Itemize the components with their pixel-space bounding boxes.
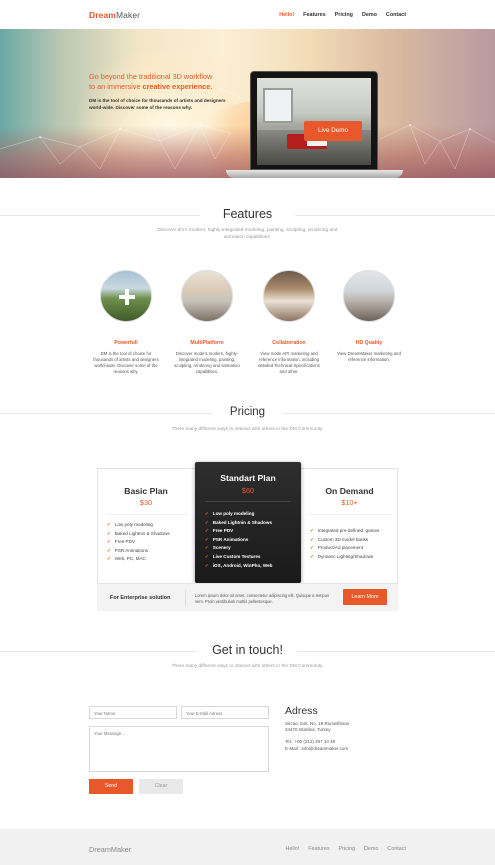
hero-polygon-mesh: [0, 88, 495, 170]
hero-description: DM is the tool of choice for thousands o…: [89, 98, 226, 110]
feature-card-powerfull: Powerfull DM is the tool of choice for t…: [91, 270, 161, 375]
footer-menu: Hello! Features Pricing Demo Contact: [285, 846, 406, 852]
list-item: Web, PC, MAC: [107, 555, 170, 564]
list-item: Product/Ad placement: [310, 544, 379, 553]
pricing-subtitle: There many different ways to interact wi…: [171, 427, 324, 432]
features-subtitle-line2: animation capabilities.: [223, 234, 272, 240]
plan-standart-features: Low poly modeling Baked Lightnin & Shado…: [205, 510, 273, 571]
feature-image-interior: [343, 270, 395, 322]
feature-title: HD Quality: [355, 340, 383, 346]
feature-title: MultiPlatform: [190, 340, 224, 346]
nav-item-pricing[interactable]: Pricing: [335, 12, 353, 18]
enterprise-text: Lorem ipsum dolor sit amet, consectetur …: [195, 593, 330, 604]
pricing-title: Pricing: [229, 406, 266, 418]
plan-standart-card[interactable]: Standart Plan $60 Low poly modeling Bake…: [195, 462, 301, 583]
list-item: Free PDV: [107, 538, 170, 547]
feature-card-hd-quality: HD Quality View DreamMaker marketing and…: [334, 270, 404, 363]
contact-title: Get in touch!: [212, 643, 283, 657]
list-item: Custom 3D model banks: [310, 536, 379, 545]
list-item: Baked Lightnin & Shadows: [205, 519, 272, 528]
live-demo-button[interactable]: Live Demo: [304, 121, 362, 141]
footer-item-hello[interactable]: Hello!: [285, 846, 299, 852]
feature-image-exterior: [100, 270, 152, 322]
feature-card-collaboration: Collaboration View mode API marketing an…: [254, 270, 324, 375]
list-item: Low poly modeling: [107, 521, 170, 530]
nav-menu: Hello! Features Pricing Demo Contact: [279, 12, 406, 18]
hero-headline-prefix: to an immersive: [89, 81, 143, 91]
footer-item-demo[interactable]: Demo: [364, 846, 378, 852]
plan-basic-features: Low poly modeling Baked Lightnin & Shado…: [107, 521, 170, 564]
list-item: Free PDV: [205, 527, 272, 536]
laptop-room-render: Live Demo: [257, 78, 371, 165]
list-item: Live Custom Textures: [205, 553, 272, 562]
list-item: PSR Animations: [205, 536, 272, 545]
nav-item-demo[interactable]: Demo: [362, 12, 377, 18]
feature-title: Powerfull: [114, 340, 138, 346]
name-field[interactable]: Your Name: [89, 706, 177, 719]
feature-image-dining-room: [263, 270, 315, 322]
list-item: Scenery: [205, 544, 272, 553]
learn-more-button[interactable]: Learn More: [343, 589, 387, 605]
plan-standart-price: $60: [241, 486, 255, 495]
list-item: iOS, Android, WinPho, Web: [205, 562, 273, 571]
address-email[interactable]: E-Mail : info@dreammaker.com: [285, 746, 395, 752]
hero-headline-bold: creative experience.: [142, 81, 213, 91]
features-subtitle: Discover dm’s modern, highly-integrated …: [0, 228, 495, 241]
plan-ondemand-name: On Demand: [325, 486, 374, 496]
send-button[interactable]: Send: [89, 779, 133, 794]
logo-maker: Maker: [115, 10, 141, 20]
enterprise-divider: [185, 590, 186, 606]
feature-desc: View DreamMaker marketing and reference …: [337, 351, 401, 362]
hero-banner: [0, 29, 495, 178]
address-title: Adress: [285, 705, 318, 717]
feature-title: Collaboration: [272, 340, 306, 346]
list-item: Integrated pre-defined, games: [310, 527, 380, 536]
plan-basic-price: $30: [139, 498, 153, 507]
footer-item-features[interactable]: Features: [308, 846, 329, 852]
enterprise-label: For Enterprise solution: [110, 595, 171, 601]
footer: DreamMaker Hello! Features Pricing Demo …: [0, 829, 495, 865]
list-item: Low poly modeling: [205, 510, 272, 519]
footer-item-contact[interactable]: Contact: [387, 846, 406, 852]
feature-image-living-room: [181, 270, 233, 322]
footer-item-pricing[interactable]: Pricing: [339, 846, 355, 852]
enterprise-bar: For Enterprise solution Lorem ipsum dolo…: [97, 583, 398, 611]
feature-desc: Discover mode’s modern, highly-integrate…: [174, 351, 240, 374]
contact-subtitle: There many different ways to interact wi…: [171, 664, 324, 669]
nav-item-features[interactable]: Features: [303, 12, 325, 18]
logo[interactable]: DreamMaker: [89, 10, 140, 20]
nav-item-hello[interactable]: Hello!: [279, 12, 294, 18]
page: DreamMaker Hello! Features Pricing Demo …: [0, 0, 495, 865]
list-item: Baked Lightnin & Shadows: [107, 530, 170, 539]
footer-logo[interactable]: DreamMaker: [89, 845, 131, 854]
feature-desc: View mode API marketing and reference in…: [258, 351, 320, 374]
top-navbar: DreamMaker Hello! Features Pricing Demo …: [0, 0, 495, 29]
email-field[interactable]: Your E-Mail Adress: [181, 706, 269, 719]
list-item: PSR Animations: [107, 547, 170, 556]
features-title: Features: [222, 207, 273, 221]
nav-item-contact[interactable]: Contact: [386, 12, 406, 18]
clear-button[interactable]: Clear: [139, 779, 183, 794]
feature-desc: DM is the tool of choice for thousands o…: [93, 351, 159, 374]
laptop-base: [226, 170, 403, 178]
list-item: Dynamic Lighting/Shadows: [310, 553, 379, 562]
plan-ondemand-price: $10+: [341, 498, 358, 507]
plan-ondemand-features: Integrated pre-defined, games Custom 3D …: [310, 527, 380, 562]
laptop-screen: Live Demo: [250, 71, 378, 170]
room-window: [263, 88, 293, 123]
feature-card-multiplatform: MultiPlatform Discover mode’s modern, hi…: [172, 270, 242, 375]
plan-standart-name: Standart Plan: [220, 473, 276, 483]
address-block: Sircaci Sok. No. 18 Rumelihisari 34470 I…: [285, 721, 395, 752]
message-field[interactable]: Your Message...: [89, 726, 269, 772]
plan-basic-name: Basic Plan: [124, 486, 168, 496]
logo-dream: Dream: [89, 10, 116, 20]
